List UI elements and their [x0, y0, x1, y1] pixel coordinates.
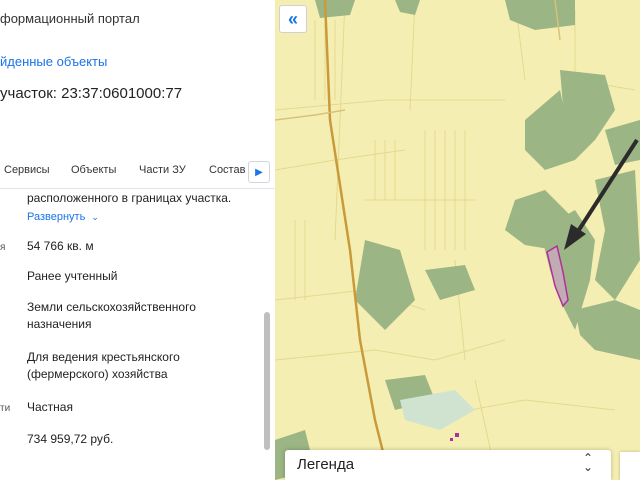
legend-bar[interactable]: Легенда ⌃ ⌄	[285, 450, 611, 480]
tab-services[interactable]: Сервисы	[4, 164, 50, 176]
map-control-button[interactable]	[620, 452, 640, 480]
ownership-label: ти	[0, 403, 11, 414]
area-value: 54 766 кв. м	[27, 239, 94, 253]
status-value: Ранее учтенный	[27, 269, 118, 283]
expand-link[interactable]: Развернуть ⌄	[27, 211, 99, 223]
legend-label: Легенда	[297, 456, 355, 473]
chevron-right-icon: ▶	[255, 166, 263, 178]
info-panel: формационный портал йденные объекты учас…	[0, 0, 275, 480]
tab-parcel-parts[interactable]: Части ЗУ	[139, 164, 186, 176]
tab-objects[interactable]: Объекты	[71, 164, 116, 176]
sort-toggle-icon: ⌃ ⌄	[583, 451, 594, 474]
tab-bar: Сервисы Объекты Части ЗУ Состав	[0, 158, 275, 189]
tabs-next-button[interactable]: ▶	[248, 161, 270, 183]
cadastral-value: 734 959,72 руб.	[27, 432, 114, 446]
chevron-down-icon: ⌄	[91, 212, 99, 222]
parcel-title: участок: 23:37:0601000:77	[0, 85, 183, 102]
map-view[interactable]	[275, 0, 640, 480]
location-text: расположенного в границах участка.	[27, 191, 232, 205]
area-label: я	[0, 242, 6, 253]
collapse-panel-button[interactable]: «	[279, 5, 307, 33]
double-chevron-left-icon: «	[287, 8, 298, 29]
scrollbar-thumb[interactable]	[264, 312, 270, 450]
ownership-value: Частная	[27, 400, 73, 414]
expand-label: Развернуть	[27, 211, 86, 223]
found-objects-link[interactable]: йденные объекты	[0, 54, 107, 69]
category-value: Земли сельскохозяйственного назначения	[27, 300, 196, 331]
map-canvas	[275, 0, 640, 480]
tab-composition[interactable]: Состав	[209, 164, 245, 176]
portal-title: формационный портал	[0, 11, 140, 26]
permitted-use-value: Для ведения крестьянского (фермерского) …	[27, 350, 180, 381]
